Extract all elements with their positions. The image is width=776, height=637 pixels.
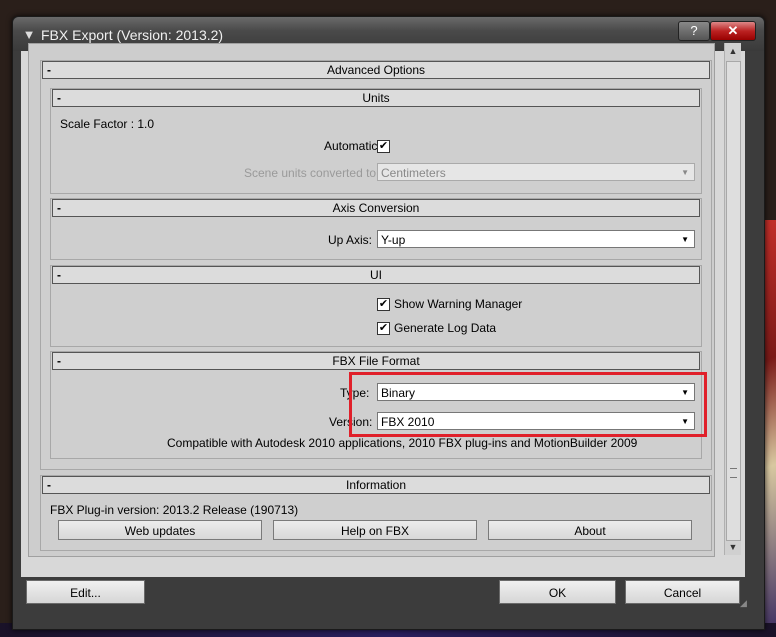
generate-log-checkbox[interactable]: ✔ (377, 322, 390, 335)
web-updates-button[interactable]: Web updates (58, 520, 262, 540)
scroll-up-icon[interactable]: ▲ (725, 43, 741, 59)
scene-units-value: Centimeters (381, 166, 446, 180)
axis-conversion-title: Axis Conversion (332, 201, 420, 215)
information-header[interactable]: - Information (42, 476, 710, 494)
help-on-fbx-button[interactable]: Help on FBX (273, 520, 477, 540)
plugin-version-label: FBX Plug-in version: 2013.2 Release (190… (50, 503, 299, 517)
grip-icon (730, 468, 737, 478)
collapse-icon: - (57, 91, 61, 105)
app-icon: ▼ (22, 27, 36, 42)
up-axis-label: Up Axis: (328, 233, 373, 247)
scene-units-dropdown[interactable]: Centimeters ▼ (377, 163, 695, 181)
advanced-options-title: Advanced Options (326, 63, 426, 77)
automatic-checkbox[interactable]: ✔ (377, 140, 390, 153)
collapse-icon: - (57, 201, 61, 215)
help-button[interactable]: ? (678, 21, 710, 41)
information-title: Information (345, 478, 407, 492)
scroll-thumb[interactable] (726, 61, 741, 541)
units-title: Units (362, 91, 390, 105)
show-warning-checkbox[interactable]: ✔ (377, 298, 390, 311)
ok-button[interactable]: OK (499, 580, 616, 604)
resize-grip-icon[interactable]: ◢ (740, 598, 750, 608)
collapse-icon: - (47, 63, 51, 77)
units-header[interactable]: - Units (52, 89, 700, 107)
window-title: FBX Export (Version: 2013.2) (41, 27, 224, 43)
ui-header[interactable]: - UI (52, 266, 700, 284)
about-button[interactable]: About (488, 520, 692, 540)
show-warning-label: Show Warning Manager (394, 297, 523, 311)
annotation-highlight-box (349, 372, 707, 437)
fbx-file-format-header[interactable]: - FBX File Format (52, 352, 700, 370)
fbx-file-format-title: FBX File Format (332, 354, 420, 368)
cancel-button[interactable]: Cancel (625, 580, 740, 604)
collapse-icon: - (47, 478, 51, 492)
up-axis-value: Y-up (381, 233, 406, 247)
generate-log-label: Generate Log Data (394, 321, 497, 335)
collapse-icon: - (57, 268, 61, 282)
compatibility-text: Compatible with Autodesk 2010 applicatio… (167, 436, 638, 450)
ui-title: UI (370, 268, 382, 282)
close-button[interactable]: ✕ (710, 21, 756, 41)
advanced-options-header[interactable]: - Advanced Options (42, 61, 710, 79)
scene-units-label: Scene units converted to: (244, 166, 380, 180)
up-axis-dropdown[interactable]: Y-up ▼ (377, 230, 695, 248)
automatic-label: Automatic (324, 139, 378, 153)
scroll-down-icon[interactable]: ▼ (725, 539, 741, 555)
vertical-scrollbar[interactable]: ▲ ▼ (724, 43, 741, 555)
chevron-down-icon: ▼ (681, 168, 689, 177)
chevron-down-icon: ▼ (681, 235, 689, 244)
collapse-icon: - (57, 354, 61, 368)
scale-factor-label: Scale Factor : 1.0 (60, 117, 155, 131)
axis-conversion-header[interactable]: - Axis Conversion (52, 199, 700, 217)
edit-button[interactable]: Edit... (26, 580, 145, 604)
